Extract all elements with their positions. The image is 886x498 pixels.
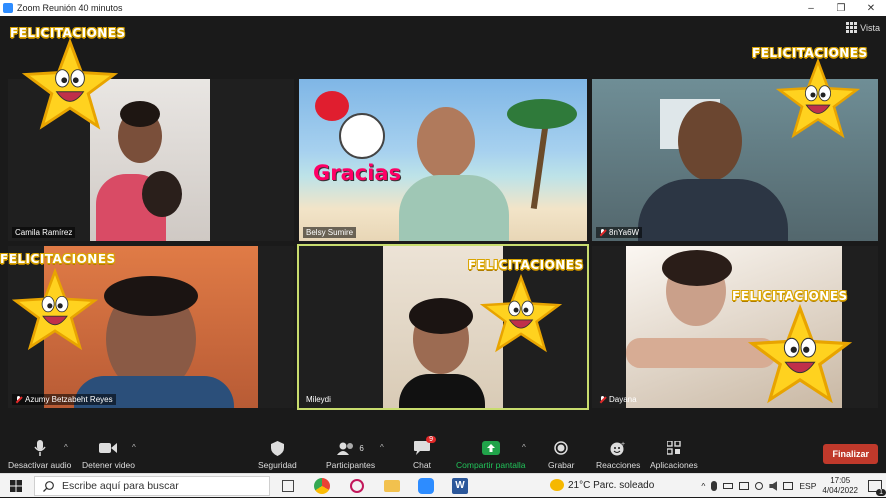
participant-name: Dayana <box>596 394 640 405</box>
star-sticker-icon <box>22 38 118 130</box>
apps-button[interactable]: Aplicaciones <box>650 439 698 470</box>
star-sticker-icon <box>12 268 98 351</box>
stop-video-button[interactable]: Detener video <box>82 439 135 470</box>
participants-button[interactable]: 6 Participantes <box>326 439 375 470</box>
star-sticker-icon <box>748 304 852 404</box>
chat-label: Chat <box>413 460 431 470</box>
paint-app-icon[interactable] <box>350 479 364 493</box>
muted-mic-icon <box>599 395 606 404</box>
grid-icon <box>846 22 858 33</box>
windows-start-icon[interactable] <box>10 480 22 492</box>
felicitaciones-sticker: FELICITACIONES <box>732 289 848 303</box>
apps-label: Aplicaciones <box>650 460 698 470</box>
share-options-caret-icon[interactable]: ^ <box>522 443 526 452</box>
record-label: Grabar <box>548 460 575 470</box>
star-sticker-icon <box>480 274 562 353</box>
felicitaciones-sticker: FELICITACIONES <box>468 258 584 272</box>
weather-sun-icon <box>550 479 564 491</box>
mute-options-caret-icon[interactable]: ^ <box>64 443 68 452</box>
reaction-emoji-icon: + <box>610 441 625 455</box>
task-view-icon[interactable] <box>282 480 294 492</box>
star-sticker-icon <box>776 58 860 139</box>
security-button[interactable]: Seguridad <box>258 439 297 470</box>
video-options-caret-icon[interactable]: ^ <box>132 443 136 452</box>
close-button[interactable]: ✕ <box>856 3 886 14</box>
end-meeting-button[interactable]: Finalizar <box>823 444 878 464</box>
muted-mic-icon <box>599 228 606 237</box>
mute-button[interactable]: Desactivar audio <box>8 439 71 470</box>
video-feed <box>678 101 742 181</box>
meeting-toolbar: Desactivar audio ^ Detener video ^ Segur… <box>0 436 886 473</box>
video-tile-belsy[interactable]: Gracias Belsy Sumire <box>299 79 587 241</box>
view-button[interactable]: Vista <box>846 22 880 33</box>
heart-balloon <box>315 91 349 121</box>
felicitaciones-sticker: FELICITACIONES <box>0 252 116 266</box>
view-label: Vista <box>860 22 880 33</box>
weather-widget[interactable]: 21°C Parc. soleado <box>550 479 654 491</box>
window-titlebar: Zoom Reunión 40 minutos – ❐ ✕ <box>0 0 886 16</box>
clock-time: 17:05 <box>830 476 851 485</box>
reactions-label: Reacciones <box>596 460 641 470</box>
chrome-icon[interactable] <box>314 478 330 494</box>
windows-taskbar: Escribe aquí para buscar W 21°C Parc. so… <box>0 473 886 497</box>
record-icon <box>554 441 568 455</box>
window-title: Zoom Reunión 40 minutos <box>17 3 123 13</box>
video-feed <box>417 107 475 179</box>
bluetooth-icon[interactable] <box>783 482 794 490</box>
participants-count: 6 <box>359 443 364 453</box>
share-screen-button[interactable]: Compartir pantalla <box>456 439 525 470</box>
maximize-button[interactable]: ❐ <box>826 3 856 14</box>
language-indicator[interactable]: ESP <box>799 481 816 491</box>
file-explorer-icon[interactable] <box>384 480 400 492</box>
search-placeholder: Escribe aquí para buscar <box>62 480 179 492</box>
video-gallery: Vista Camila Ramírez Gracias Belsy Sumir… <box>0 16 886 437</box>
zoom-taskbar-icon[interactable] <box>418 478 434 494</box>
notifications-count: 1 <box>876 489 886 496</box>
muted-mic-icon <box>15 395 22 404</box>
record-button[interactable]: Grabar <box>548 439 574 470</box>
tray-overflow-icon[interactable]: ^ <box>701 481 705 491</box>
participants-icon <box>337 442 354 455</box>
reactions-button[interactable]: + Reacciones <box>596 439 641 471</box>
shield-icon <box>270 440 284 456</box>
chat-bubble-icon <box>413 441 430 455</box>
zoom-logo-icon <box>3 3 13 13</box>
participants-options-caret-icon[interactable]: ^ <box>380 443 384 452</box>
system-tray: ^ ESP 17:05 4/04/2022 1 <box>701 474 886 498</box>
svg-text:+: + <box>621 441 625 448</box>
notifications-icon[interactable]: 1 <box>868 480 886 496</box>
taskbar-search-box[interactable]: Escribe aquí para buscar <box>34 476 270 496</box>
gracias-sticker: Gracias <box>313 161 402 185</box>
clock-date: 4/04/2022 <box>822 486 858 495</box>
palm-tree <box>507 89 577 209</box>
chat-button[interactable]: 9 Chat <box>413 436 436 470</box>
emoji-character <box>339 113 385 159</box>
mute-label: Desactivar audio <box>8 460 72 470</box>
microphone-icon <box>34 440 46 456</box>
participant-name: Camila Ramírez <box>12 227 76 238</box>
taskbar-clock[interactable]: 17:05 4/04/2022 <box>822 476 858 496</box>
apps-icon <box>666 441 681 455</box>
wifi-icon[interactable] <box>755 482 764 490</box>
word-icon[interactable]: W <box>452 478 468 494</box>
weather-text: 21°C Parc. soleado <box>568 479 655 491</box>
microphone-tray-icon[interactable] <box>711 481 718 491</box>
minimize-button[interactable]: – <box>796 3 826 14</box>
chat-badge: 9 <box>426 436 436 443</box>
battery-icon[interactable] <box>723 483 734 489</box>
share-label: Compartir pantalla <box>456 460 526 470</box>
participant-name: Mileydi <box>306 395 331 404</box>
volume-icon[interactable] <box>769 481 778 491</box>
share-screen-icon <box>481 441 500 455</box>
participant-name: Belsy Sumire <box>303 227 357 238</box>
network-icon[interactable] <box>739 482 750 490</box>
security-label: Seguridad <box>258 460 297 470</box>
participant-name: 8nYa6W <box>596 227 643 238</box>
search-icon <box>43 480 54 492</box>
video-label: Detener video <box>82 460 135 470</box>
participant-name: Azumy Betzabeht Reyes <box>12 394 116 405</box>
video-camera-icon <box>99 443 118 453</box>
participants-label: Participantes <box>326 460 376 470</box>
